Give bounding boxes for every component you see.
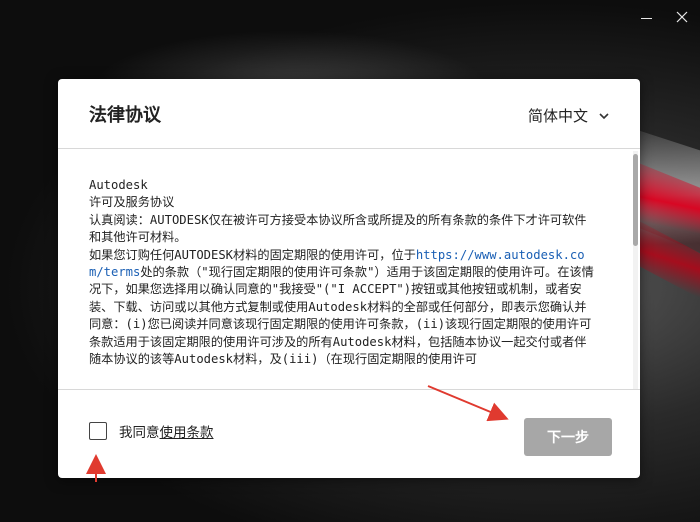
agree-label: 我同意使用条款: [119, 421, 214, 441]
dialog-title: 法律协议: [89, 105, 161, 126]
minimize-button[interactable]: [628, 0, 664, 34]
minimize-icon: [640, 17, 652, 19]
language-selector[interactable]: 简体中文: [528, 105, 610, 126]
terms-of-use-link[interactable]: 使用条款: [160, 425, 214, 441]
agreement-para2-start: 如果您订购任何AUTODESK材料的固定期限的使用许可，位于: [89, 247, 416, 262]
agreement-line2: 许可及服务协议: [89, 195, 175, 210]
window-controls: [628, 0, 700, 34]
agreement-line1: Autodesk: [89, 178, 148, 192]
chevron-down-icon: [599, 112, 609, 119]
agreement-para2-rest: 处的条款（"现行固定期限的使用许可条款"）适用于该固定期限的使用许可。在该情况下…: [89, 265, 594, 367]
agreement-text: Autodesk 许可及服务协议 认真阅读：AUTODESK仅在被许可方接受本协…: [89, 177, 595, 368]
scrollbar-thumb[interactable]: [633, 154, 638, 246]
close-icon: [676, 11, 688, 23]
agreement-para1: 认真阅读：AUTODESK仅在被许可方接受本协议所含或所提及的所有条款的条件下才…: [89, 212, 587, 245]
agree-label-prefix: 我同意: [119, 425, 160, 441]
legal-agreement-dialog: 法律协议 简体中文 Autodesk 许可及服务协议 认真阅读：AUTODESK…: [58, 79, 640, 478]
close-button[interactable]: [664, 0, 700, 34]
agreement-scroll-area[interactable]: Autodesk 许可及服务协议 认真阅读：AUTODESK仅在被许可方接受本协…: [58, 149, 640, 389]
next-button[interactable]: 下一步: [524, 418, 612, 456]
agree-checkbox[interactable]: [89, 422, 107, 440]
divider: [58, 389, 640, 390]
language-selected: 简体中文: [527, 107, 588, 125]
agree-terms-row: 我同意使用条款: [89, 421, 214, 441]
